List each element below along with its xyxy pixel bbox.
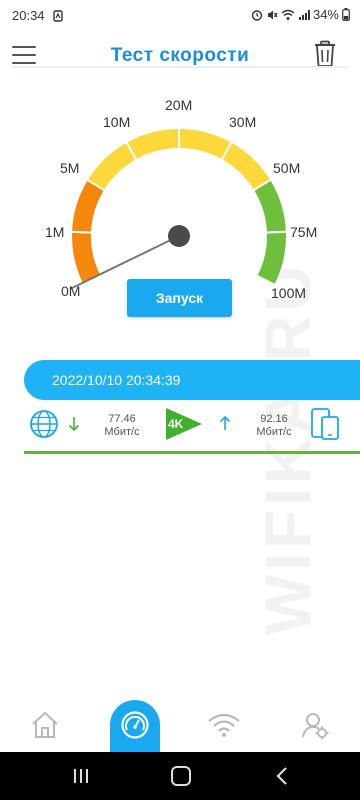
mute-icon xyxy=(267,10,278,19)
home-button-icon[interactable] xyxy=(171,766,191,786)
download-arrow-icon xyxy=(68,416,80,437)
battery-percent: 34% xyxy=(312,7,339,22)
recents-icon[interactable] xyxy=(72,767,90,785)
gauge-segment-3 xyxy=(124,126,180,162)
gauge-label-4: 20M xyxy=(165,97,192,113)
gauge-label-2: 5M xyxy=(60,160,79,176)
alarm-icon xyxy=(251,9,263,21)
wifi-icon[interactable] xyxy=(207,712,241,738)
upload-value: 92.16 xyxy=(260,413,288,425)
gauge-segment-0 xyxy=(70,230,103,287)
battery-icon xyxy=(342,8,350,21)
gauge-label-0: 0M xyxy=(61,283,80,299)
user-settings-icon[interactable] xyxy=(300,710,330,740)
gauge-segment-2 xyxy=(85,140,138,192)
status-time: 20:34 xyxy=(12,8,45,23)
download-unit: Мбит/с xyxy=(104,426,140,438)
upload-arrow-icon xyxy=(219,415,231,436)
signal-icon xyxy=(298,9,310,20)
gauge-label-3: 10M xyxy=(103,114,130,130)
quality-badge-label: 4K xyxy=(168,417,184,431)
result-datetime: 2022/10/10 20:34:39 xyxy=(52,372,181,388)
status-icons: 34% xyxy=(251,7,350,22)
device-icon xyxy=(310,407,340,441)
download-value: 77.46 xyxy=(108,413,136,425)
gauge-segment-7 xyxy=(255,230,288,287)
upload-unit: Мбит/с xyxy=(256,426,292,438)
start-button[interactable]: Запуск xyxy=(127,279,232,317)
gauge-arcs xyxy=(70,126,288,287)
quality-badge: 4K xyxy=(164,407,204,441)
gauge-segment-6 xyxy=(251,178,288,234)
upload-speed: 92.16 Мбит/с xyxy=(246,413,302,439)
home-icon[interactable] xyxy=(30,710,60,740)
trash-icon[interactable] xyxy=(313,40,337,68)
back-icon[interactable] xyxy=(274,766,290,786)
gauge-label-7: 75M xyxy=(290,224,317,240)
gauge-label-6: 50M xyxy=(273,160,300,176)
speedometer-icon[interactable] xyxy=(118,710,152,740)
page-title: Тест скорости xyxy=(110,45,250,66)
gauge-hub xyxy=(168,225,190,247)
app-bar-divider xyxy=(12,66,348,68)
gauge-label-1: 1M xyxy=(45,224,64,240)
gauge-label-8: 100M xyxy=(271,285,306,301)
download-speed: 77.46 Мбит/с xyxy=(96,413,148,439)
wifi-status-icon xyxy=(281,9,295,20)
result-divider xyxy=(24,451,360,454)
globe-icon xyxy=(29,409,59,439)
gauge-label-5: 30M xyxy=(229,114,256,130)
notification-icon xyxy=(53,9,63,22)
